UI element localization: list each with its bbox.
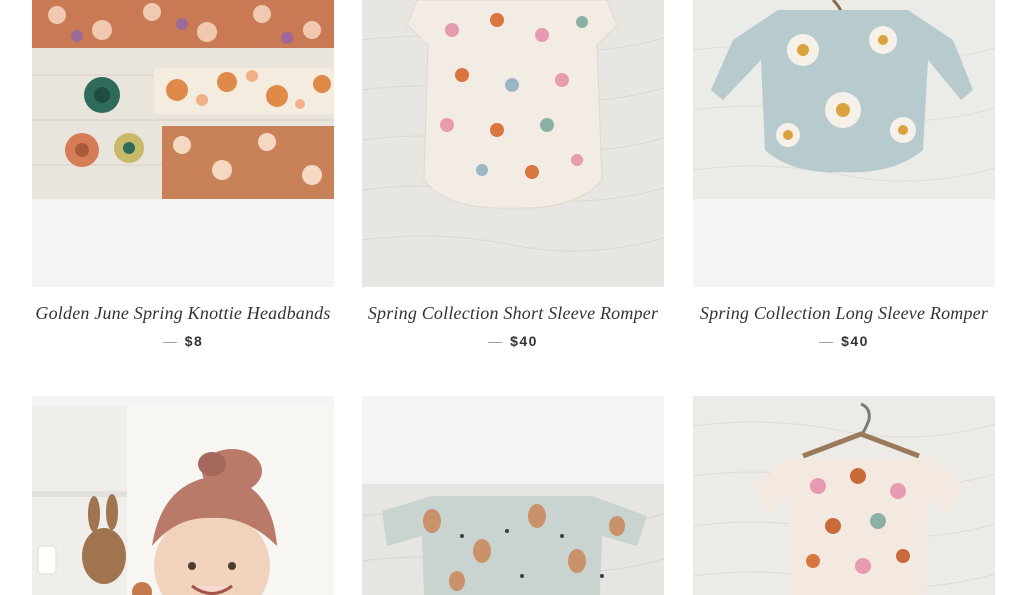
headbands-product-image — [32, 0, 334, 287]
product-price-row: — $8 — [32, 333, 334, 349]
short-sleeve-romper-image — [362, 0, 664, 287]
price-separator: — — [162, 333, 177, 349]
bunny-print-romper-image — [362, 396, 664, 595]
product-price: $40 — [841, 333, 869, 349]
product-image-link[interactable] — [32, 0, 334, 287]
floral-dress-on-hanger-image — [693, 396, 995, 595]
product-price: $8 — [184, 333, 204, 349]
product-title[interactable]: Spring Collection Long Sleeve Romper — [693, 303, 995, 324]
product-price-row: — $40 — [362, 333, 664, 349]
product-title[interactable]: Golden June Spring Knottie Headbands — [32, 303, 334, 324]
product-image-link[interactable] — [693, 396, 995, 595]
long-sleeve-romper-image — [693, 0, 995, 287]
product-title[interactable]: Spring Collection Short Sleeve Romper — [362, 303, 664, 324]
product-price-row: — $40 — [693, 333, 995, 349]
price-separator: — — [488, 333, 503, 349]
price-separator: — — [819, 333, 834, 349]
product-price: $40 — [510, 333, 538, 349]
product-image-link[interactable] — [362, 0, 664, 287]
product-image-link[interactable] — [693, 0, 995, 287]
product-image-link[interactable] — [32, 396, 334, 595]
product-image-link[interactable] — [362, 396, 664, 595]
baby-headwrap-photo — [32, 396, 334, 595]
